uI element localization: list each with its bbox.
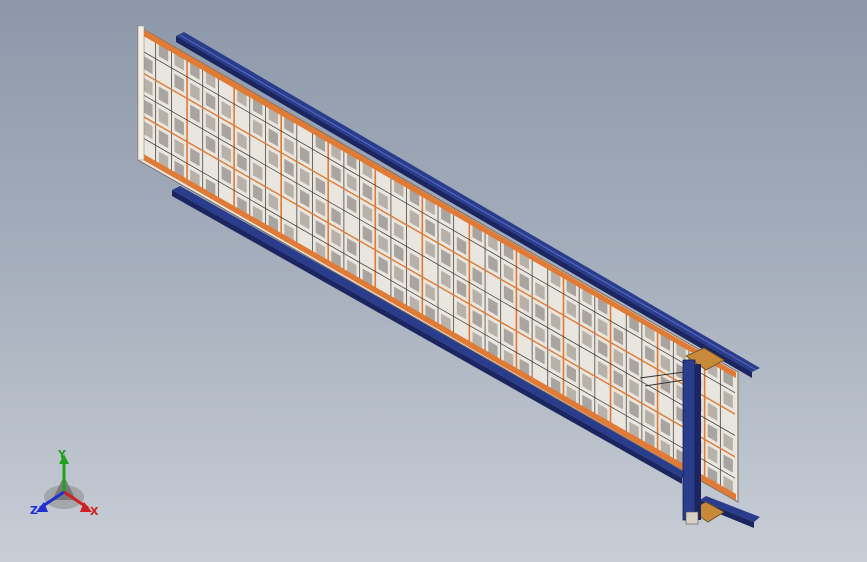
panel-frame[interactable]: [137, 25, 739, 503]
triad-x-label: X: [90, 505, 99, 518]
grid-line-horizontal: [140, 114, 735, 458]
triad-z-label: Z: [30, 504, 38, 517]
coordinate-triad: [36, 454, 92, 512]
assembly-model-canvas[interactable]: [0, 0, 867, 562]
cad-viewport[interactable]: Y Z X: [0, 0, 867, 562]
triad-y-label: Y: [58, 448, 66, 461]
grid-line-horizontal: [140, 70, 735, 416]
frame-left-end: [137, 25, 145, 161]
grid-line-horizontal: [140, 92, 735, 437]
